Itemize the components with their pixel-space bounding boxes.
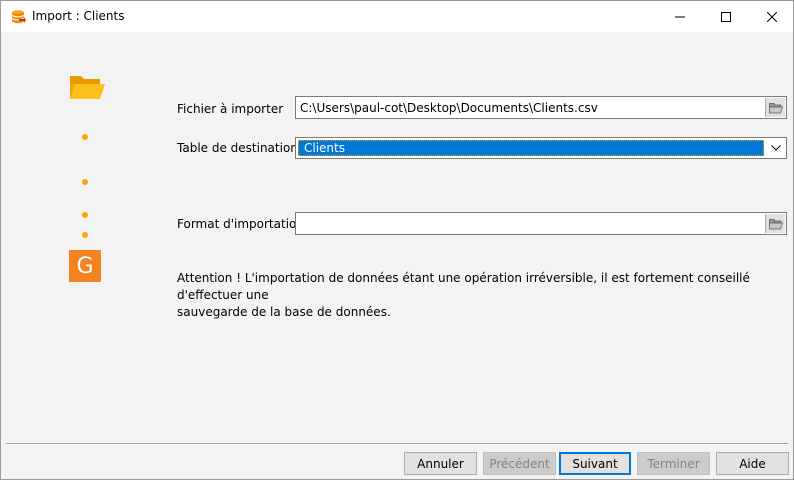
finish-button[interactable]: Terminer bbox=[637, 452, 710, 475]
minimize-icon bbox=[675, 16, 685, 17]
window-title: Import : Clients bbox=[32, 9, 125, 23]
database-icon bbox=[10, 9, 26, 25]
file-path-field[interactable]: C:\Users\paul-cot\Desktop\Documents\Clie… bbox=[295, 96, 787, 119]
step-dot bbox=[82, 212, 88, 218]
app-logo: G bbox=[69, 250, 101, 282]
next-button[interactable]: Suivant bbox=[559, 452, 631, 475]
folder-open-icon bbox=[68, 72, 106, 100]
maximize-button[interactable] bbox=[703, 1, 749, 32]
help-button[interactable]: Aide bbox=[716, 452, 789, 475]
destination-table-value: Clients bbox=[298, 140, 764, 156]
browse-folder-icon bbox=[768, 102, 783, 113]
close-button[interactable] bbox=[749, 1, 794, 32]
browse-folder-icon bbox=[768, 218, 783, 229]
browse-file-button[interactable] bbox=[765, 98, 785, 117]
wizard-content: G Fichier à importer C:\Users\paul-cot\D… bbox=[1, 32, 793, 443]
destination-table-select[interactable]: Clients bbox=[295, 137, 787, 159]
warning-message: Attention ! L'importation de données éta… bbox=[177, 270, 777, 321]
logo-letter: G bbox=[76, 253, 94, 279]
format-label: Format d'importation bbox=[177, 217, 304, 231]
step-dot bbox=[82, 179, 88, 185]
warning-line: Attention ! L'importation de données éta… bbox=[177, 271, 750, 302]
import-window: Import : Clients G Fichier à importer C:… bbox=[0, 0, 794, 480]
dropdown-chevron-icon[interactable] bbox=[768, 141, 784, 155]
minimize-button[interactable] bbox=[657, 1, 703, 32]
wizard-footer: Annuler Précédent Suivant Terminer Aide bbox=[1, 445, 793, 479]
title-bar: Import : Clients bbox=[1, 1, 793, 32]
table-label: Table de destination bbox=[177, 141, 298, 155]
step-dot bbox=[82, 232, 88, 238]
file-path-value: C:\Users\paul-cot\Desktop\Documents\Clie… bbox=[300, 101, 598, 115]
import-format-field[interactable] bbox=[295, 212, 787, 235]
warning-line: sauvegarde de la base de données. bbox=[177, 305, 391, 319]
step-dot bbox=[82, 134, 88, 140]
file-label: Fichier à importer bbox=[177, 102, 284, 116]
browse-format-button[interactable] bbox=[765, 214, 785, 233]
cancel-button[interactable]: Annuler bbox=[404, 452, 477, 475]
previous-button[interactable]: Précédent bbox=[483, 452, 556, 475]
close-icon bbox=[767, 11, 777, 22]
maximize-icon bbox=[721, 11, 731, 22]
